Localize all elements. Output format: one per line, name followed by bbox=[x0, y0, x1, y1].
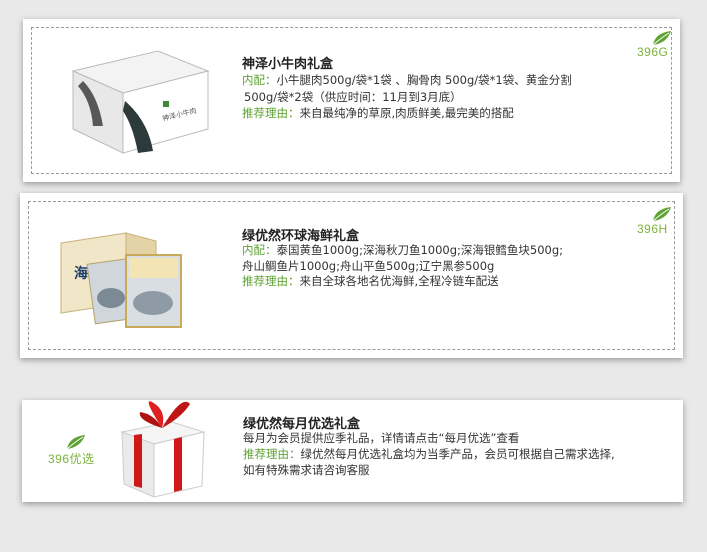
gift-box-icon bbox=[120, 401, 206, 498]
leaf-icon bbox=[66, 435, 85, 450]
reason-label: 推荐理由： bbox=[242, 274, 300, 288]
reason-text: 来自最纯净的草原,肉质鲜美,最完美的搭配 bbox=[299, 106, 514, 120]
gift-card-seafood[interactable]: 海之味 绿优然环球海鲜礼盒 内配：泰国黄鱼1000g;深海秋刀鱼1000g;深海… bbox=[20, 193, 683, 358]
card-reason-line-1: 推荐理由：绿优然每月优选礼盒均为当季产品，会员可根据自己需求选择, bbox=[243, 446, 615, 462]
reason-label: 推荐理由： bbox=[242, 106, 300, 120]
card-reason: 推荐理由：来自最纯净的草原,肉质鲜美,最完美的搭配 bbox=[242, 105, 514, 121]
gift-card-veal[interactable]: 神泽小牛肉 神泽小牛肉礼盒 内配：小牛腿肉500g/袋*1袋 、胸骨肉 500g… bbox=[23, 19, 680, 182]
contents-label: 内配： bbox=[242, 243, 277, 257]
contents-text: 小牛腿肉500g/袋*1袋 、胸骨肉 500g/袋*1袋、黄金分割 bbox=[276, 73, 572, 87]
card-description: 每月为会员提供应季礼品，详情请点击“每月优选”查看 bbox=[243, 431, 520, 445]
product-code: 396G bbox=[637, 45, 669, 59]
product-code: 396优选 bbox=[48, 452, 95, 466]
card-contents-line-2: 500g/袋*2袋（供应时间：11月到3月底） bbox=[244, 90, 462, 104]
card-title[interactable]: 神泽小牛肉礼盒 bbox=[242, 53, 333, 72]
card-reason: 推荐理由：来自全球各地名优海鲜,全程冷链车配送 bbox=[242, 273, 499, 289]
seafood-gift-box-image: 海之味 bbox=[60, 232, 182, 328]
reason-text: 来自全球各地名优海鲜,全程冷链车配送 bbox=[299, 274, 499, 288]
contents-label: 内配： bbox=[242, 73, 277, 87]
leaf-icon bbox=[652, 207, 671, 222]
card-contents-line-2: 舟山鲷鱼片1000g;舟山平鱼500g;辽宁黑参500g bbox=[242, 259, 495, 273]
reason-text: 绿优然每月优选礼盒均为当季产品，会员可根据自己需求选择, bbox=[300, 447, 615, 461]
product-code: 396H bbox=[637, 222, 668, 236]
contents-text: 泰国黄鱼1000g;深海秋刀鱼1000g;深海银鳕鱼块500g; bbox=[276, 243, 564, 257]
card-contents-line-1: 内配：泰国黄鱼1000g;深海秋刀鱼1000g;深海银鳕鱼块500g; bbox=[242, 242, 563, 258]
reason-label: 推荐理由： bbox=[243, 447, 301, 461]
card-contents-line-1: 内配：小牛腿肉500g/袋*1袋 、胸骨肉 500g/袋*1袋、黄金分割 bbox=[242, 72, 572, 88]
gift-card-monthly[interactable]: 396优选 绿优然每月优选礼盒 每月为会员提供应季礼品，详情请点击“每月优选”查… bbox=[22, 400, 683, 502]
card-reason-line-2: 如有特殊需求请咨询客服 bbox=[243, 463, 370, 477]
veal-gift-box-image: 神泽小牛肉 bbox=[71, 50, 210, 154]
